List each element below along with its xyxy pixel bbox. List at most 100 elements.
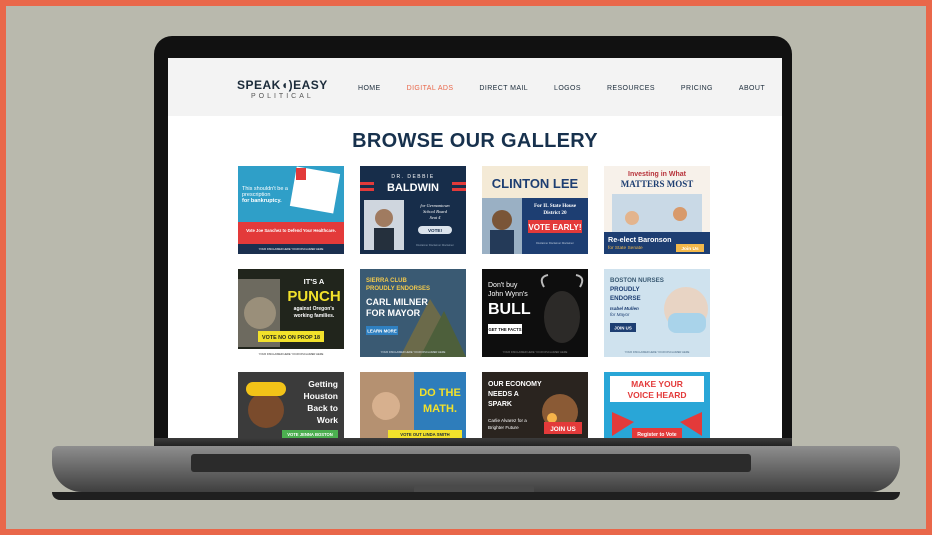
ad-baronson-cta: Re-elect Baronson [608, 235, 672, 244]
nav-logos[interactable]: LOGOS [554, 85, 581, 92]
ad-milner-line-2: PROUDLY ENDORSES [366, 286, 430, 292]
ad-baronson-artwork: Investing in What MATTERS MOST Re-elect … [604, 166, 710, 254]
ad-punch-line-4: working families. [293, 313, 335, 319]
ad-milner-line-1: SIERRA CLUB [366, 278, 407, 284]
ad-bankruptcy-artwork: This shouldn't be a prescription for ban… [238, 166, 344, 254]
ad-bankruptcy-line-3: for bankruptcy. [242, 198, 282, 204]
ad-nurses-line-3: ENDORSE [610, 295, 641, 302]
gallery-item-clinton-lee[interactable]: CLINTON LEE For IL State House District … [482, 166, 588, 254]
ad-baldwin-disclaimer: Disclaimer Disclaimer Disclaimer [416, 243, 454, 247]
ad-nurses-artwork: BOSTON NURSES PROUDLY ENDORSE Isabel Mul… [604, 269, 710, 357]
main-nav: HOME DIGITAL ADS DIRECT MAIL LOGOS RESOU… [358, 85, 782, 92]
ad-nurses-line-4: Isabel Mullen [610, 306, 639, 311]
ad-baronson-sub: for State Senate [608, 245, 643, 251]
logo-subtitle: POLITICAL [250, 93, 314, 100]
ad-houston-cta: VOTE JENNA BOSTON [287, 432, 333, 437]
site-header: SPEAK◖)EASY POLITICAL HOME DIGITAL ADS D… [168, 58, 782, 116]
ad-punch-line-2: PUNCH [287, 288, 340, 305]
ad-clinton-line-2: For IL State House [534, 203, 577, 209]
ad-bull-line-2: John Wynn's [488, 291, 528, 298]
ad-houston-line-3: Back to [307, 403, 338, 413]
gallery-item-punch[interactable]: IT'S A PUNCH against Oregon's working fa… [238, 269, 344, 357]
ad-baldwin-artwork: DR. DEBBIE BALDWIN for Germantown School… [360, 166, 466, 254]
ad-baldwin-cta: VOTE! [428, 228, 443, 233]
laptop-keyboard [191, 454, 751, 472]
gallery-item-bull[interactable]: Don't buy John Wynn's BULL GET THE FACTS… [482, 269, 588, 357]
ad-bull-disclaimer: YOUR DISCLAIMER HERE YOUR DISCLAIMER HER… [503, 350, 568, 354]
nav-home[interactable]: HOME [358, 85, 381, 92]
nav-digital-ads[interactable]: DIGITAL ADS [407, 85, 454, 92]
ad-milner-cta: LEARN MORE [367, 329, 397, 334]
laptop-foot [52, 492, 900, 500]
ad-baldwin-line-5: Seat 4 [430, 215, 442, 220]
nav-pricing[interactable]: PRICING [681, 85, 713, 92]
gallery-item-nurses[interactable]: BOSTON NURSES PROUDLY ENDORSE Isabel Mul… [604, 269, 710, 357]
gallery-item-milner[interactable]: SIERRA CLUB PROUDLY ENDORSES CARL MILNER… [360, 269, 466, 357]
nav-resources[interactable]: RESOURCES [607, 85, 655, 92]
photo-frame: SPEAK◖)EASY POLITICAL HOME DIGITAL ADS D… [0, 0, 932, 535]
nav-direct-mail[interactable]: DIRECT MAIL [479, 85, 528, 92]
ad-bull-line-1: Don't buy [488, 282, 518, 289]
gallery-item-bankruptcy[interactable]: This shouldn't be a prescription for ban… [238, 166, 344, 254]
ad-economy-line-1: OUR ECONOMY [488, 381, 542, 388]
ad-punch-cta: VOTE NO ON PROP 18 [262, 335, 320, 341]
gallery-item-math[interactable]: DO THE MATH. VOTE OUT LINDA SMITH [360, 372, 466, 444]
ad-houston-line-1: Getting [308, 379, 338, 389]
ad-bull-line-3: BULL [488, 301, 531, 318]
gallery-item-baronson[interactable]: Investing in What MATTERS MOST Re-elect … [604, 166, 710, 254]
ad-math-cta: VOTE OUT LINDA SMITH [400, 432, 449, 437]
ad-nurses-line-5: for Mayor [610, 312, 630, 317]
gallery-item-voice[interactable]: MAKE YOUR VOICE HEARD Register to Vote [604, 372, 710, 444]
ad-voice-artwork: MAKE YOUR VOICE HEARD Register to Vote [604, 372, 710, 444]
ad-bull-artwork: Don't buy John Wynn's BULL GET THE FACTS… [482, 269, 588, 357]
ad-clinton-line-3: District 20 [543, 210, 567, 216]
laptop-screen: SPEAK◖)EASY POLITICAL HOME DIGITAL ADS D… [168, 58, 782, 444]
ad-economy-line-5: Brighter Future [488, 425, 519, 430]
gallery-item-baldwin[interactable]: DR. DEBBIE BALDWIN for Germantown School… [360, 166, 466, 254]
ad-economy-line-2: NEEDS A [488, 391, 519, 398]
ad-bull-cta: GET THE FACTS [488, 327, 521, 332]
ad-baldwin-line-2: BALDWIN [387, 182, 439, 194]
ad-bankruptcy-disclaimer: YOUR DISCLAIMER HERE YOUR DISCLAIMER HER… [259, 247, 324, 251]
gallery-title: BROWSE OUR GALLERY [352, 130, 598, 152]
ad-clinton-disclaimer: Disclaimer Disclaimer Disclaimer [536, 241, 574, 245]
ad-nurses-line-1: BOSTON NURSES [610, 277, 664, 284]
ad-baldwin-line-3: for Germantown [420, 203, 450, 208]
ad-clinton-artwork: CLINTON LEE For IL State House District … [482, 166, 588, 254]
ad-houston-line-2: Houston [304, 391, 338, 401]
ad-milner-disclaimer: YOUR DISCLAIMER HERE YOUR DISCLAIMER HER… [381, 350, 446, 354]
ad-houston-line-4: Work [317, 415, 338, 425]
ad-economy-cta: JOIN US [550, 426, 576, 433]
gallery-item-houston[interactable]: Getting Houston Back to Work VOTE JENNA … [238, 372, 344, 444]
ad-milner-line-4: FOR MAYOR [366, 308, 421, 318]
ad-baldwin-line-4: School Board [423, 209, 448, 214]
ad-houston-artwork: Getting Houston Back to Work VOTE JENNA … [238, 372, 344, 444]
ad-voice-line-1: MAKE YOUR [631, 379, 683, 389]
ad-math-line-1: DO THE [419, 387, 461, 399]
ad-math-line-2: MATH. [423, 403, 457, 415]
ad-baronson-button: Join Us [681, 246, 699, 252]
ad-clinton-line-1: CLINTON LEE [492, 176, 579, 191]
ad-milner-artwork: SIERRA CLUB PROUDLY ENDORSES CARL MILNER… [360, 269, 466, 357]
gallery-item-economy[interactable]: OUR ECONOMY NEEDS A SPARK Carlie Alvarez… [482, 372, 588, 444]
ad-punch-line-3: against Oregon's [294, 306, 335, 312]
ad-economy-line-3: SPARK [488, 401, 512, 408]
ad-baldwin-line-1: DR. DEBBIE [391, 174, 434, 180]
ad-nurses-disclaimer: YOUR DISCLAIMER HERE YOUR DISCLAIMER HER… [625, 350, 690, 354]
site-logo[interactable]: SPEAK◖)EASY POLITICAL [237, 78, 328, 100]
gallery-grid: This shouldn't be a prescription for ban… [238, 166, 718, 444]
ad-milner-line-3: CARL MILNER [366, 297, 428, 307]
ad-economy-line-4: Carlie Alvarez for a [488, 418, 527, 423]
ad-baronson-line-2: MATTERS MOST [621, 179, 694, 189]
ad-clinton-cta: VOTE EARLY! [528, 223, 581, 232]
logo-wordmark: SPEAK◖)EASY [237, 78, 328, 92]
ad-math-artwork: DO THE MATH. VOTE OUT LINDA SMITH [360, 372, 466, 444]
ad-nurses-cta: JOIN US [614, 326, 632, 331]
ad-nurses-line-2: PROUDLY [610, 286, 641, 293]
nav-about[interactable]: ABOUT [739, 85, 765, 92]
ad-punch-artwork: IT'S A PUNCH against Oregon's working fa… [238, 269, 344, 357]
ad-bankruptcy-cta: Vote Joe Sanchez to Defend Your Healthca… [246, 228, 336, 233]
ad-punch-line-1: IT'S A [304, 277, 325, 286]
ad-baronson-line-1: Investing in What [628, 171, 687, 178]
ad-economy-artwork: OUR ECONOMY NEEDS A SPARK Carlie Alvarez… [482, 372, 588, 444]
